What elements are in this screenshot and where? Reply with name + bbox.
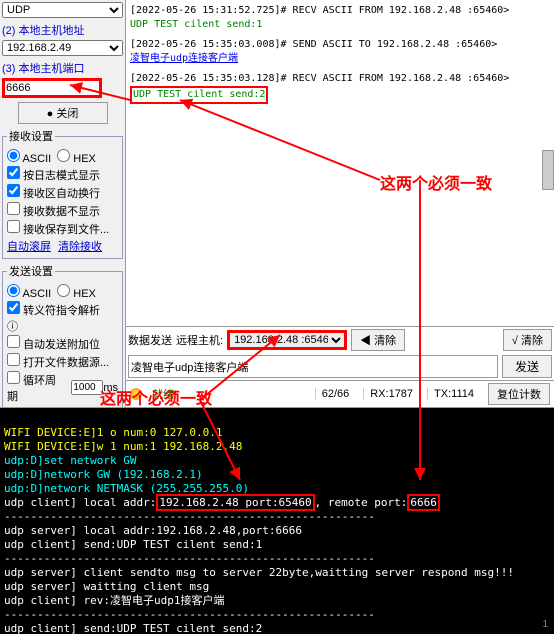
reset-count-button[interactable]: 复位计数 (488, 383, 550, 405)
recv-hide-check[interactable] (7, 202, 20, 215)
log-line-highlighted: UDP TEST cilent send:2 (130, 86, 268, 104)
clear-recv-link[interactable]: 清除接收 (58, 241, 102, 253)
clear-remote-button[interactable]: ◀ 清除 (351, 329, 405, 351)
local-port-label: (3) 本地主机端口 (2, 60, 123, 76)
recv-log-mode-check[interactable] (7, 166, 20, 179)
recv-autowrap-check[interactable] (7, 184, 20, 197)
remote-port-highlight: 6666 (407, 494, 440, 511)
local-port-input[interactable] (2, 78, 102, 98)
recv-ascii-radio[interactable] (7, 149, 20, 162)
remote-host-select[interactable]: 192.168.2.48 :65460 (227, 330, 347, 350)
send-legend: 发送设置 (7, 263, 55, 279)
recv-settings-group: 接收设置 ASCII HEX 按日志模式显示 接收区自动换行 接收数据不显示 接… (2, 128, 123, 259)
log-line-link[interactable]: 凌智电子udp连接客户端 (130, 53, 238, 64)
loop-period-input[interactable] (71, 380, 103, 395)
recv-hex-radio[interactable] (57, 149, 70, 162)
send-hex-radio[interactable] (57, 284, 70, 297)
remote-host-label: 远程主机: (176, 332, 223, 348)
send-button[interactable]: 发送 (502, 355, 552, 378)
log-line: [2022-05-26 15:35:03.008]# SEND ASCII TO… (130, 38, 550, 52)
local-addr-highlight: 192.168.2.48 port:65460 (156, 494, 314, 511)
status-rx: RX:1787 (363, 388, 419, 400)
status-tx: TX:1114 (427, 388, 480, 400)
local-host-label: (2) 本地主机地址 (2, 22, 123, 38)
log-area: [2022-05-26 15:31:52.725]# RECV ASCII FR… (126, 0, 554, 326)
recv-legend: 接收设置 (7, 128, 55, 144)
auto-append-check[interactable] (7, 335, 20, 348)
credit-text: 1 (542, 619, 548, 630)
escape-parse-check[interactable] (7, 301, 20, 314)
log-line: [2022-05-26 15:31:52.725]# RECV ASCII FR… (130, 4, 550, 18)
open-file-source-check[interactable] (7, 353, 20, 366)
data-send-label: 数据发送 (128, 332, 172, 348)
log-line: UDP TEST cilent send:1 (130, 18, 550, 32)
status-ready: 就绪! (152, 386, 177, 402)
clear-button[interactable]: √ 清除 (503, 329, 552, 351)
protocol-select[interactable]: UDP (2, 2, 123, 18)
status-count: 62/66 (315, 388, 356, 400)
terminal-output: WIFI DEVICE:E]1 o num:0 127.0.0.1 WIFI D… (0, 408, 554, 634)
send-input[interactable] (128, 355, 498, 378)
status-lamp-icon (130, 388, 142, 400)
close-button[interactable]: ● 关闭 (18, 102, 108, 124)
auto-scroll-link[interactable]: 自动滚屏 (7, 241, 51, 253)
local-host-select[interactable]: 192.168.2.49 (2, 40, 123, 56)
scrollbar[interactable] (542, 150, 554, 190)
log-line: [2022-05-26 15:35:03.128]# RECV ASCII FR… (130, 72, 550, 86)
send-ascii-radio[interactable] (7, 284, 20, 297)
loop-period-check[interactable] (7, 371, 20, 384)
send-settings-group: 发送设置 ASCII HEX 转义符指令解析 ⓘ 自动发送附加位 打开文件数据源… (2, 263, 123, 407)
recv-save-file-check[interactable] (7, 220, 20, 233)
